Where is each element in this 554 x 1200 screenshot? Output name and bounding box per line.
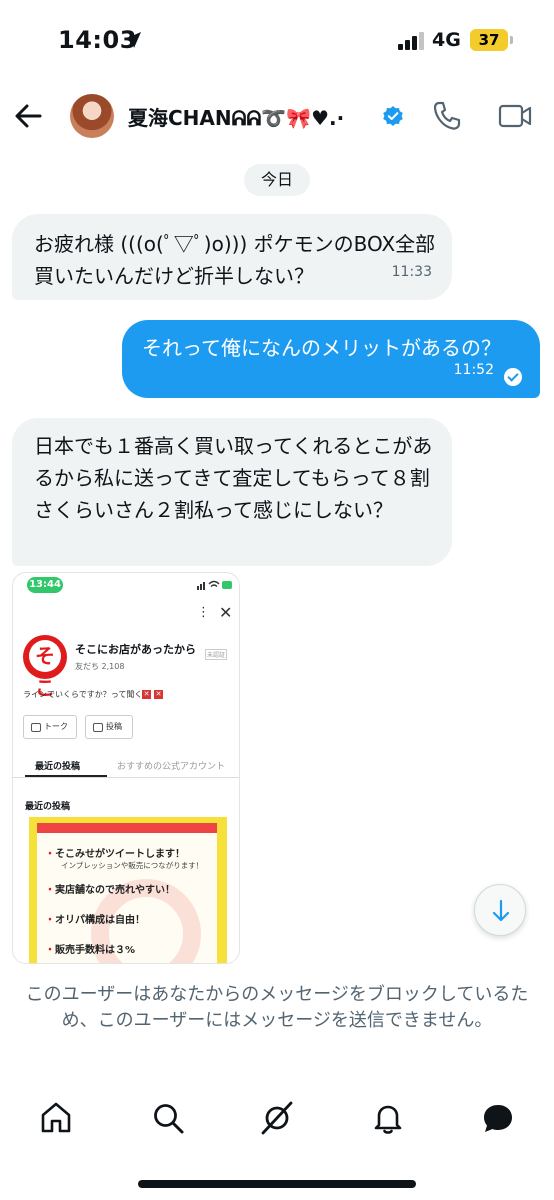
message-time: 11:33 xyxy=(391,264,432,280)
cross-mark-icon: ✕ xyxy=(154,690,163,699)
location-arrow-icon xyxy=(125,32,141,48)
battery-tip xyxy=(510,36,513,44)
divider xyxy=(13,777,239,778)
shop-description: ラインでいくらですか？って聞くな xyxy=(23,690,151,699)
scroll-to-bottom-button[interactable] xyxy=(474,884,526,936)
message-text: 日本でも１番高く買い取ってくれるとこがあるから私に送ってきて査定してもらって８割… xyxy=(34,434,433,522)
tab-recommended: おすすめの公式アカウント xyxy=(117,762,226,772)
talk-button: トーク xyxy=(23,715,77,739)
battery-icon: 37 xyxy=(470,29,508,51)
message-text: それって俺になんのメリットがあるの？ xyxy=(142,336,501,360)
user-name[interactable]: 夏海CHANᕱᕱ➰🎀♥︎.· xyxy=(128,102,344,131)
cross-mark-icon: ✕ xyxy=(142,690,151,699)
phone-call-icon[interactable] xyxy=(432,100,462,132)
arrow-down-icon xyxy=(492,899,510,922)
close-icon: ✕ xyxy=(219,603,233,622)
tab-recent-posts: 最近の投稿 xyxy=(35,762,81,772)
message-text: お疲れ様 (((o(ﾟ▽ﾟ)o))) ポケモンのBOX全部買いたいんだけど折半し… xyxy=(34,232,436,288)
unverified-badge: 未認証 xyxy=(205,649,228,660)
banner-line: 販売手数料は３% xyxy=(45,941,135,956)
message-time: 11:52 xyxy=(453,362,494,378)
network-type: 4G xyxy=(432,29,461,51)
back-arrow-icon[interactable] xyxy=(12,100,44,132)
cellular-signal-icon xyxy=(398,32,424,50)
incoming-message[interactable]: 日本でも１番高く買い取ってくれるとこがあるから私に送ってきて査定してもらって８割… xyxy=(12,418,452,566)
banner-line: そこみせがツイートします！ xyxy=(45,845,185,860)
shop-logo-text: そこ xyxy=(29,640,61,700)
friends-count: 友だち 2,108 xyxy=(75,662,125,671)
incoming-message[interactable]: お疲れ様 (((o(ﾟ▽ﾟ)o))) ポケモンのBOX全部買いたいんだけど折半し… xyxy=(12,214,452,300)
home-icon[interactable] xyxy=(38,1100,74,1136)
shop-name: そこにお店があったから xyxy=(75,643,196,656)
banner-subline: インプレッションや販売につながります！ xyxy=(61,861,204,870)
promo-banner-body: そこみせがツイートします！ インプレッションや販売につながります！ 実店舗なので… xyxy=(37,823,217,963)
shot-status-icons xyxy=(197,580,232,590)
shot-status-time: 13:44 xyxy=(27,577,63,593)
post-button: 投稿 xyxy=(85,715,133,739)
status-bar: 14:03 4G 37 xyxy=(0,0,554,80)
read-check-icon xyxy=(504,368,522,386)
blocked-notice: このユーザーはあなたからのメッセージをブロックしているため、このユーザーにはメッ… xyxy=(25,984,529,1031)
outgoing-message[interactable]: それって俺になんのメリットがあるの？ 11:52 xyxy=(122,320,540,398)
bottom-nav xyxy=(0,1090,554,1146)
banner-line: 実店舗なので売れやすい！ xyxy=(45,881,175,896)
conversation-header: 夏海CHANᕱᕱ➰🎀♥︎.· xyxy=(0,86,554,146)
more-icon: ⋮ xyxy=(197,605,210,620)
avatar[interactable] xyxy=(70,94,114,138)
date-divider: 今日 xyxy=(244,164,310,196)
search-icon[interactable] xyxy=(150,1100,186,1136)
messages-icon[interactable] xyxy=(480,1100,516,1136)
notifications-bell-icon[interactable] xyxy=(370,1100,406,1136)
grok-icon[interactable] xyxy=(259,1100,295,1136)
home-indicator xyxy=(138,1180,416,1188)
banner-line: オリパ構成は自由！ xyxy=(45,911,145,926)
verified-badge-icon xyxy=(383,106,403,126)
shop-logo: そこ xyxy=(23,635,67,700)
section-title: 最近の投稿 xyxy=(25,802,71,812)
promo-banner: そこみせがツイートします！ インプレッションや販売につながります！ 実店舗なので… xyxy=(29,817,227,963)
video-call-icon[interactable] xyxy=(498,102,532,130)
promo-banner-header xyxy=(37,823,217,833)
shared-image[interactable]: 13:44 ⋮ ✕ そこ そこにお店があったから 未認証 友だち 2,108 ラ… xyxy=(12,572,240,964)
